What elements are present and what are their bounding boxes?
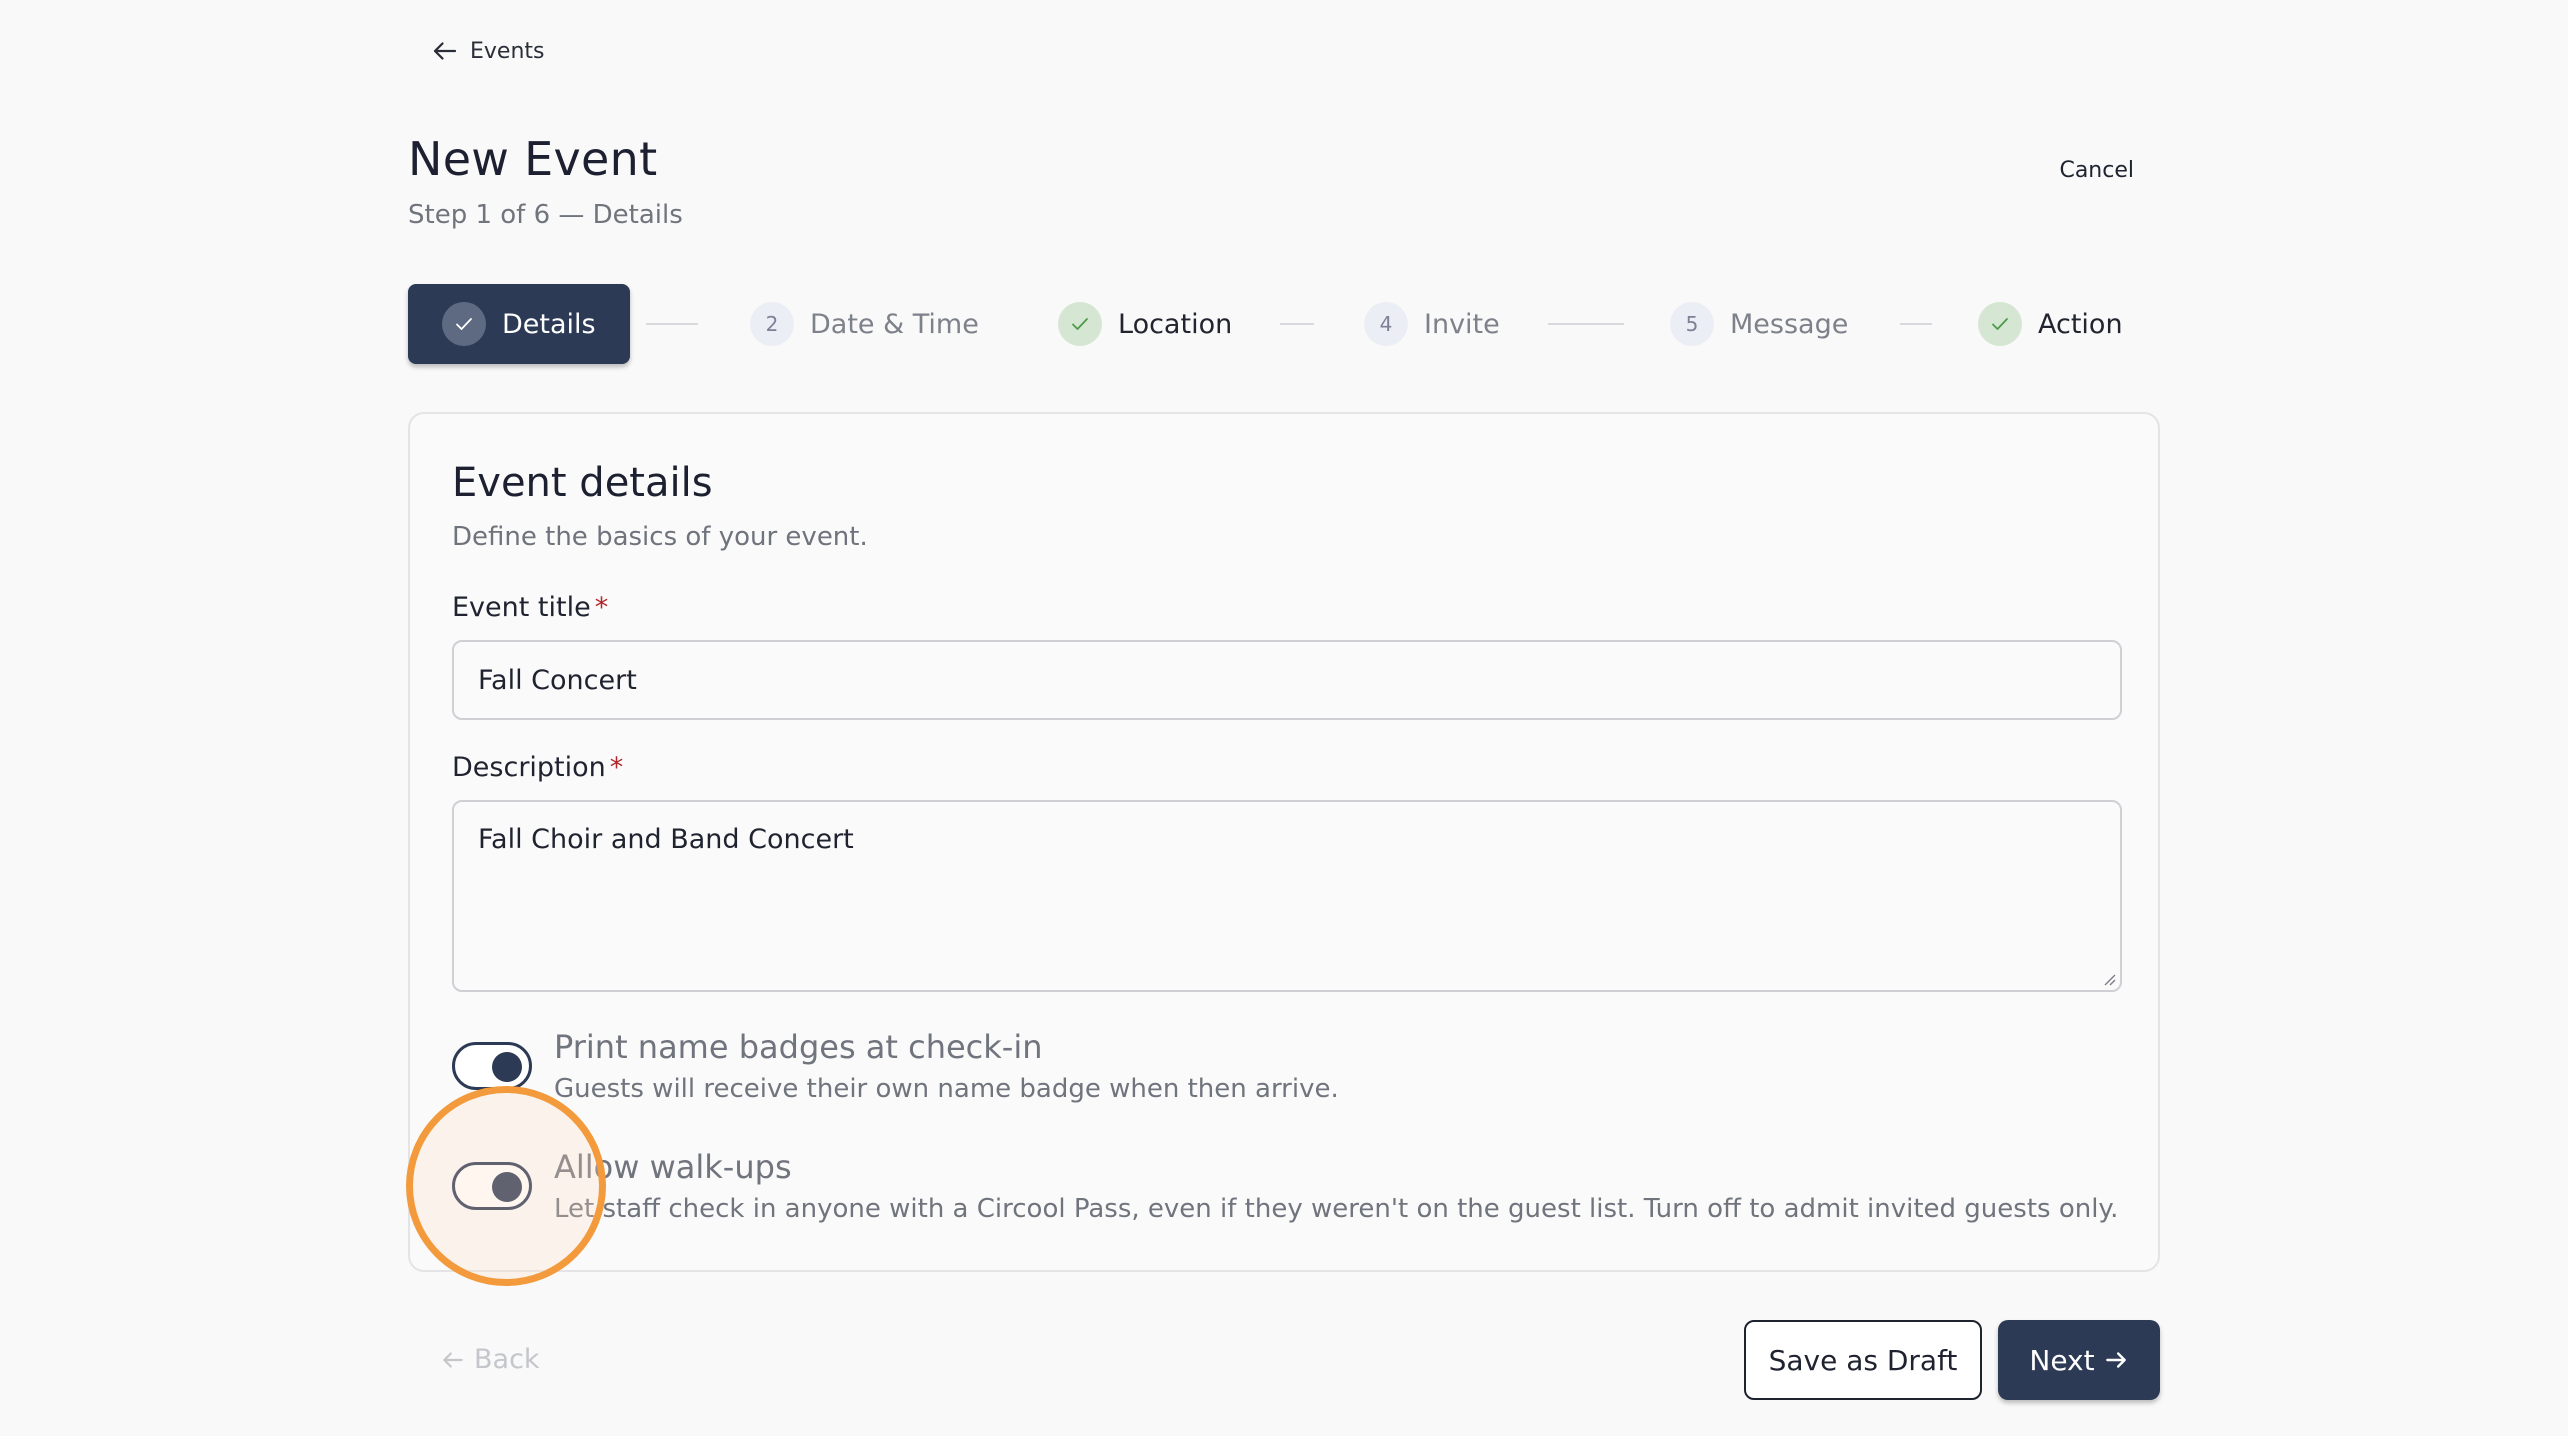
step-label: Action [2038,308,2123,340]
step-label: Location [1118,308,1233,340]
description-textarea[interactable]: Fall Choir and Band Concert [452,800,2122,992]
next-button-label: Next [2029,1343,2095,1377]
step-number-badge: 4 [1364,302,1408,346]
new-event-page: Events New Event Step 1 of 6 — Details C… [0,0,2568,1436]
check-icon [1058,302,1102,346]
description-value: Fall Choir and Band Concert [478,824,854,855]
step-label: Invite [1424,308,1500,340]
step-label: Message [1730,308,1849,340]
stepper: Details 2 Date & Time Location 4 Invite … [408,284,2128,364]
step-details[interactable]: Details [408,284,630,364]
check-icon [1978,302,2022,346]
card-title: Event details [452,460,713,506]
toggle-knob [492,1172,522,1202]
save-draft-button[interactable]: Save as Draft [1744,1320,1982,1400]
step-label: Details [502,308,596,340]
event-details-card: Event details Define the basics of your … [408,412,2160,1272]
description-label: Description * [452,752,623,783]
step-connector [1548,323,1624,325]
back-button[interactable]: Back [440,1344,540,1375]
event-title-input[interactable]: Fall Concert [452,640,2122,720]
event-title-label: Event title * [452,592,608,623]
step-number-badge: 2 [750,302,794,346]
step-connector [646,323,698,325]
page-subtitle: Step 1 of 6 — Details [408,200,683,230]
description-label-text: Description [452,752,606,783]
back-to-events-link[interactable]: Events [430,36,545,66]
step-invite[interactable]: 4 Invite [1364,284,1500,364]
print-badges-toggle[interactable] [452,1042,532,1090]
check-icon [442,302,486,346]
event-title-label-text: Event title [452,592,591,623]
step-date-time[interactable]: 2 Date & Time [750,284,979,364]
required-mark: * [594,592,609,623]
step-action[interactable]: Action [1978,284,2123,364]
required-mark: * [609,752,624,783]
step-number-badge: 5 [1670,302,1714,346]
card-description: Define the basics of your event. [452,522,868,552]
next-button[interactable]: Next [1998,1320,2160,1400]
arrow-right-icon [2105,1352,2126,1368]
step-connector [1280,323,1314,325]
toggle-knob [492,1052,522,1082]
print-badges-title: Print name badges at check-in [554,1028,1043,1066]
resize-handle-icon[interactable] [2100,970,2116,986]
back-button-label: Back [474,1344,540,1375]
step-location[interactable]: Location [1058,284,1232,364]
step-label: Date & Time [810,308,979,340]
cancel-button[interactable]: Cancel [2059,158,2134,183]
allow-walkups-toggle[interactable] [452,1162,532,1210]
arrow-left-icon [433,42,457,60]
allow-walkups-title: Allow walk-ups [554,1148,792,1186]
arrow-left-icon [443,1351,463,1368]
print-badges-description: Guests will receive their own name badge… [554,1074,1339,1104]
page-title: New Event [408,132,658,186]
allow-walkups-description: Let staff check in anyone with a Circool… [554,1194,2119,1224]
step-message[interactable]: 5 Message [1670,284,1848,364]
back-link-label: Events [470,38,545,64]
step-connector [1900,323,1932,325]
